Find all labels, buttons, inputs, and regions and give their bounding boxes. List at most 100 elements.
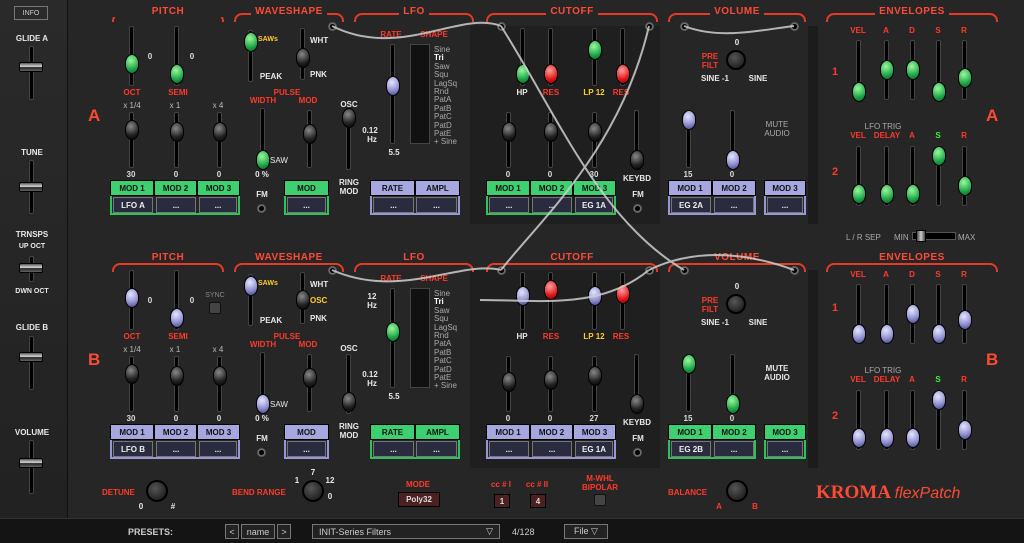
cutoff-mod1-dest-a[interactable]: ... (489, 197, 529, 213)
cutoff-mod3-slider-b[interactable] (588, 366, 602, 386)
preset-next-button[interactable]: > (277, 524, 291, 539)
cutoff-in-jack-a[interactable] (497, 22, 506, 31)
env1-release-slider-a[interactable] (958, 68, 972, 88)
prefilt-knob-a[interactable] (726, 50, 746, 70)
lfo-rate-slider-b[interactable] (386, 322, 400, 342)
volume-mod2-button-b[interactable]: MOD 2 (712, 424, 756, 440)
cutoff-fm-jack-b[interactable] (633, 448, 642, 457)
bend-range-knob[interactable] (302, 480, 324, 502)
cutoff-mod1-slider-a[interactable] (502, 122, 516, 142)
keybd-slider-b[interactable] (630, 394, 644, 414)
cutoff-mod2-dest-b[interactable]: ... (532, 441, 572, 457)
env1-attack-slider-b[interactable] (880, 324, 894, 344)
noise-slider-a[interactable] (296, 48, 310, 68)
lr-sep-slider[interactable] (916, 230, 926, 242)
pitch-mod1-button-b[interactable]: MOD 1 (110, 424, 154, 440)
volume-mod2-slider-b[interactable] (726, 394, 740, 414)
tune-slider[interactable] (19, 182, 43, 192)
pitch-mod2-dest-b[interactable]: ... (156, 441, 196, 457)
hp-res-slider-a[interactable] (544, 64, 558, 84)
oct-slider-b[interactable] (125, 288, 139, 308)
cutoff-mod2-button-b[interactable]: MOD 2 (530, 424, 573, 440)
lfo-shape-list-a[interactable]: Sine Tri Saw Squ LagSq Rnd PatA PatB PatC PatD Pat… (434, 45, 457, 147)
env2-delay-slider-b[interactable] (880, 428, 894, 448)
lp-res-slider-a[interactable] (616, 64, 630, 84)
lfo-rate-dest-a[interactable]: ... (373, 197, 414, 213)
env2-sustain-slider-a[interactable] (932, 146, 946, 166)
cutoff-mod2-slider-a[interactable] (544, 122, 558, 142)
wave-jack-b[interactable] (328, 266, 337, 275)
cutoff-mod3-button-b[interactable]: MOD 3 (573, 424, 616, 440)
hp-res-slider-b[interactable] (544, 280, 558, 300)
pitch-mod2-slider-b[interactable] (170, 366, 184, 386)
wave-mod-dest-a[interactable]: ... (287, 197, 326, 213)
env1-sustain-slider-b[interactable] (932, 324, 946, 344)
pitch-mod3-button-a[interactable]: MOD 3 (197, 180, 240, 196)
ring-mod-slider-b[interactable] (342, 392, 356, 412)
lp-res-slider-b[interactable] (616, 284, 630, 304)
cutoff-mod2-button-a[interactable]: MOD 2 (530, 180, 573, 196)
balance-knob[interactable] (726, 480, 748, 502)
cutoff-mod3-dest-b[interactable]: EG 1A (575, 441, 613, 457)
pitch-mod2-button-b[interactable]: MOD 2 (154, 424, 197, 440)
pitch-mod2-dest-a[interactable]: ... (156, 197, 196, 213)
lfo-rate-slider-a[interactable] (386, 76, 400, 96)
lfo-ampl-dest-a[interactable]: ... (416, 197, 457, 213)
volume-mod2-dest-a[interactable]: ... (714, 197, 754, 213)
volume-mod1-dest-b[interactable]: EG 2B (671, 441, 711, 457)
pulse-mod-slider-a[interactable] (303, 124, 317, 144)
lfo-ampl-dest-b[interactable]: ... (416, 441, 457, 457)
volume-mod1-button-a[interactable]: MOD 1 (668, 180, 712, 196)
fm-jack-b[interactable] (257, 448, 266, 457)
volume-mod2-button-a[interactable]: MOD 2 (712, 180, 756, 196)
glide-a-slider[interactable] (19, 62, 43, 72)
lfo-rate-button-b[interactable]: RATE (370, 424, 415, 440)
cutoff-in-jack-b[interactable] (497, 266, 506, 275)
volume-in-jack-b[interactable] (680, 266, 689, 275)
keybd-slider-a[interactable] (630, 150, 644, 170)
pitch-mod3-button-b[interactable]: MOD 3 (197, 424, 240, 440)
glide-b-slider[interactable] (19, 352, 43, 362)
pitch-mod3-slider-b[interactable] (213, 366, 227, 386)
env1-decay-slider-b[interactable] (906, 304, 920, 324)
env1-decay-slider-a[interactable] (906, 60, 920, 80)
env2-attack-slider-a[interactable] (906, 184, 920, 204)
pitch-mod2-button-a[interactable]: MOD 2 (154, 180, 197, 196)
lfo-ampl-button-a[interactable]: AMPL (415, 180, 460, 196)
waveshape-saw-slider-b[interactable] (244, 276, 258, 296)
oct-slider-a[interactable] (125, 54, 139, 74)
wave-mod-dest-b[interactable]: ... (287, 441, 326, 457)
mode-select[interactable]: Poly32 (398, 492, 440, 507)
env2-delay-slider-a[interactable] (880, 184, 894, 204)
info-button[interactable]: INFO (14, 6, 48, 20)
pitch-mod1-slider-a[interactable] (125, 120, 139, 140)
lp-slider-b[interactable] (588, 286, 602, 306)
cutoff-mod3-button-a[interactable]: MOD 3 (573, 180, 616, 196)
env1-sustain-slider-a[interactable] (932, 82, 946, 102)
semi-slider-b[interactable] (170, 308, 184, 328)
volume-mod3-button-b[interactable]: MOD 3 (764, 424, 806, 440)
preset-prev-button[interactable]: < (225, 524, 239, 539)
sync-button-b[interactable] (209, 302, 221, 314)
preset-name-button[interactable]: name (241, 524, 275, 539)
volume-mod1-slider-b[interactable] (682, 354, 696, 374)
cutoff-mod1-button-a[interactable]: MOD 1 (486, 180, 530, 196)
env2-release-slider-a[interactable] (958, 176, 972, 196)
volume-mod3-dest-a[interactable]: ... (767, 197, 803, 213)
volume-out-jack-a[interactable] (790, 22, 799, 31)
volume-mod1-button-b[interactable]: MOD 1 (668, 424, 712, 440)
noise-slider-b[interactable] (296, 290, 310, 310)
pulse-width-slider-a[interactable] (256, 150, 270, 170)
wave-jack-a[interactable] (328, 22, 337, 31)
fm-jack-a[interactable] (257, 204, 266, 213)
trnsps-slider[interactable] (19, 263, 43, 273)
env2-vel-slider-a[interactable] (852, 184, 866, 204)
volume-mod3-dest-b[interactable]: ... (767, 441, 803, 457)
volume-mod1-dest-a[interactable]: EG 2A (671, 197, 711, 213)
prefilt-knob-b[interactable] (726, 294, 746, 314)
env1-attack-slider-a[interactable] (880, 60, 894, 80)
env1-vel-slider-b[interactable] (852, 324, 866, 344)
pulse-width-slider-b[interactable] (256, 394, 270, 414)
env2-attack-slider-b[interactable] (906, 428, 920, 448)
waveshape-saw-slider-a[interactable] (244, 32, 258, 52)
